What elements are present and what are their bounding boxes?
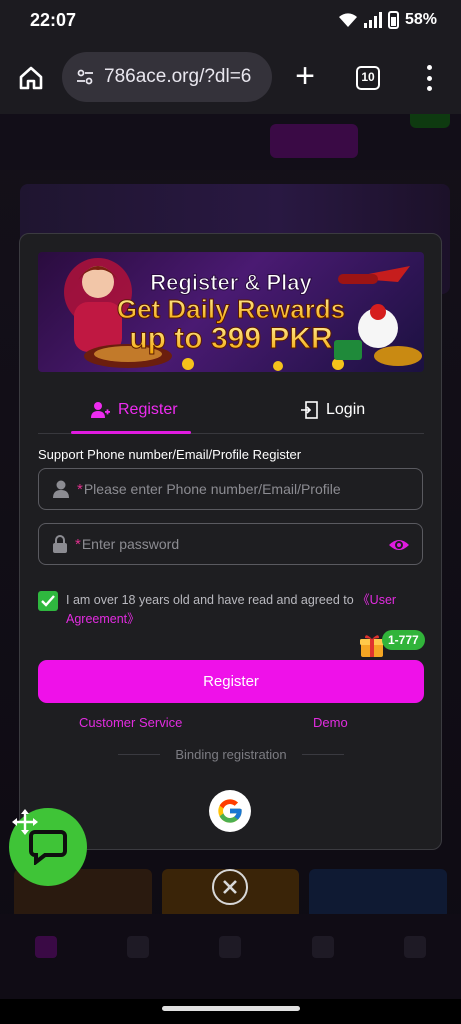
tab-login-label: Login <box>326 401 366 418</box>
register-hint: Support Phone number/Email/Profile Regis… <box>38 447 302 462</box>
close-modal-button[interactable] <box>212 869 248 905</box>
tab-register-label: Register <box>118 401 178 418</box>
status-icons: 58% <box>338 11 437 29</box>
customer-service-link[interactable]: Customer Service <box>79 715 182 730</box>
register-modal: Register & Play Get Daily Rewards up to … <box>19 233 442 850</box>
bg-register-button <box>270 124 358 158</box>
gift-icon <box>360 635 384 657</box>
google-login-button[interactable] <box>209 790 251 832</box>
home-icon <box>19 66 43 90</box>
add-user-icon <box>91 402 110 418</box>
wifi-icon <box>338 13 357 27</box>
tab-login[interactable]: Login <box>300 386 365 434</box>
google-icon <box>218 799 242 823</box>
banner-line2: Get Daily Rewards <box>117 294 345 324</box>
move-handle[interactable] <box>9 806 41 838</box>
gift-promo[interactable]: 1-777 <box>359 630 429 660</box>
lock-icon <box>53 535 67 553</box>
move-icon <box>12 809 38 835</box>
battery-percent: 58% <box>404 11 437 28</box>
required-mark: * <box>75 535 81 553</box>
login-door-icon <box>301 401 318 419</box>
battery-icon <box>387 11 399 29</box>
password-field[interactable]: * <box>38 523 423 565</box>
address-bar[interactable]: 786ace.org/?dl=6 <box>62 52 272 102</box>
bg-badge <box>410 114 450 128</box>
promo-banner: Register & Play Get Daily Rewards up to … <box>38 252 424 372</box>
promo-banner-art: Register & Play Get Daily Rewards up to … <box>64 258 422 371</box>
agreement-text: I am over 18 years old and have read and… <box>66 591 424 629</box>
password-input[interactable] <box>81 536 422 552</box>
binding-label: Binding registration <box>175 747 287 762</box>
check-icon <box>41 595 55 607</box>
status-bar: 22:07 58% <box>0 0 461 40</box>
system-nav-area <box>0 999 461 1024</box>
signal-icon <box>363 12 382 28</box>
home-button[interactable] <box>14 61 48 95</box>
divider-line-right <box>301 754 344 755</box>
tune-icon[interactable] <box>76 69 94 85</box>
demo-link[interactable]: Demo <box>313 715 348 730</box>
browser-toolbar: 786ace.org/?dl=6 + 10 <box>0 40 461 114</box>
required-mark: * <box>77 480 83 498</box>
bg-bottom-nav <box>0 914 461 999</box>
browser-menu-button[interactable] <box>424 65 434 91</box>
bg-header <box>0 114 461 170</box>
gesture-handle[interactable] <box>162 1006 300 1011</box>
banner-line3: up to 399 PKR <box>129 322 333 355</box>
divider-line-left <box>118 754 160 755</box>
banner-line1: Register & Play <box>150 270 312 295</box>
more-vert-icon <box>426 65 432 70</box>
eye-icon[interactable] <box>388 535 410 555</box>
binding-divider: Binding registration <box>118 747 344 762</box>
register-button[interactable]: Register <box>38 660 424 703</box>
close-circle-icon <box>223 880 237 894</box>
agreement-label: I am over 18 years old and have read and… <box>66 593 358 607</box>
auth-tabs: Register Login <box>38 386 424 434</box>
user-icon <box>53 480 69 498</box>
phone-email-field[interactable]: * <box>38 468 423 510</box>
gift-badge: 1-777 <box>382 630 425 650</box>
tab-switcher-button[interactable]: 10 <box>356 66 380 90</box>
new-tab-button[interactable]: + <box>290 57 320 95</box>
phone-email-input[interactable] <box>83 481 422 497</box>
tab-active-indicator <box>71 431 191 434</box>
plus-icon: + <box>295 57 315 95</box>
agreement-row: I am over 18 years old and have read and… <box>38 591 424 629</box>
tab-register[interactable]: Register <box>90 386 178 434</box>
url-text: 786ace.org/?dl=6 <box>104 66 252 87</box>
agree-checkbox[interactable] <box>38 591 58 611</box>
status-time: 22:07 <box>30 9 77 30</box>
